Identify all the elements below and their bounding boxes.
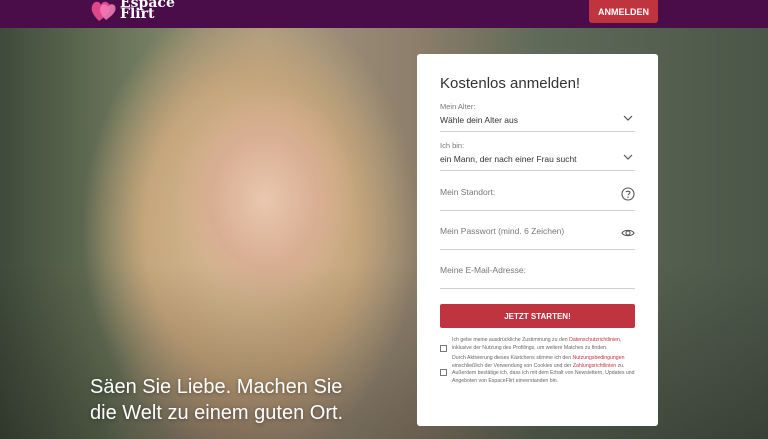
location-input[interactable]: Mein Standort: [440, 187, 635, 211]
password-input[interactable]: Mein Passwort (mind. 6 Zeichen) [440, 226, 635, 250]
email-input[interactable]: Meine E-Mail-Adresse: [440, 265, 635, 289]
age-value: Wähle dein Alter aus [440, 115, 518, 125]
eye-icon[interactable] [621, 226, 635, 240]
logo-text: Espace Flirt [120, 0, 175, 21]
terms-of-use-link[interactable]: Nutzungsbedingungen [573, 355, 625, 361]
terms-consent: Durch Aktivierung dieses Kästchens stimm… [440, 355, 635, 385]
signup-card: Kostenlos anmelden! Mein Alter: Wähle de… [417, 54, 658, 426]
start-button[interactable]: JETZT STARTEN! [440, 304, 635, 328]
hearts-logo-icon [90, 0, 118, 24]
help-circle-icon[interactable] [621, 187, 635, 201]
age-select[interactable]: Mein Alter: Wähle dein Alter aus [440, 102, 635, 132]
terms-text-pre: Durch Aktivierung dieses Kästchens stimm… [452, 355, 572, 362]
top-bar: Espace Flirt ANMELDEN [0, 0, 768, 28]
privacy-text-pre: Ich gebe meine ausdrückliche Zustimmung … [452, 337, 568, 343]
tagline-line-2: die Welt zu einem guten Ort. [90, 402, 344, 424]
password-placeholder: Mein Passwort (mind. 6 Zeichen) [440, 226, 565, 236]
terms-checkbox[interactable] [440, 369, 447, 377]
chevron-down-icon [623, 115, 633, 121]
privacy-consent: Ich gebe meine ausdrückliche Zustimmung … [440, 337, 635, 352]
signup-title: Kostenlos anmelden! [440, 75, 581, 92]
gender-label: Ich bin: [440, 141, 465, 150]
payment-policy-link[interactable]: Zahlungsrichtlinien [573, 363, 616, 369]
gender-value: ein Mann, der nach einer Frau sucht [440, 154, 577, 164]
logo[interactable]: Espace Flirt [90, 0, 175, 24]
hero-tagline: Säen Sie Liebe. Machen Sie die Welt zu e… [90, 374, 343, 426]
chevron-down-icon [623, 154, 633, 160]
gender-select[interactable]: Ich bin: ein Mann, der nach einer Frau s… [440, 141, 635, 171]
tagline-line-1: Säen Sie Liebe. Machen Sie [90, 376, 343, 398]
terms-text-mid: einschließlich der Verwendung von Cookie… [452, 362, 572, 369]
location-placeholder: Mein Standort: [440, 187, 496, 197]
age-label: Mein Alter: [440, 102, 476, 111]
login-button[interactable]: ANMELDEN [589, 0, 658, 23]
privacy-policy-link[interactable]: Datenschutzrichtlinien [569, 337, 620, 343]
email-placeholder: Meine E-Mail-Adresse: [440, 265, 526, 275]
privacy-checkbox[interactable] [440, 345, 447, 352]
